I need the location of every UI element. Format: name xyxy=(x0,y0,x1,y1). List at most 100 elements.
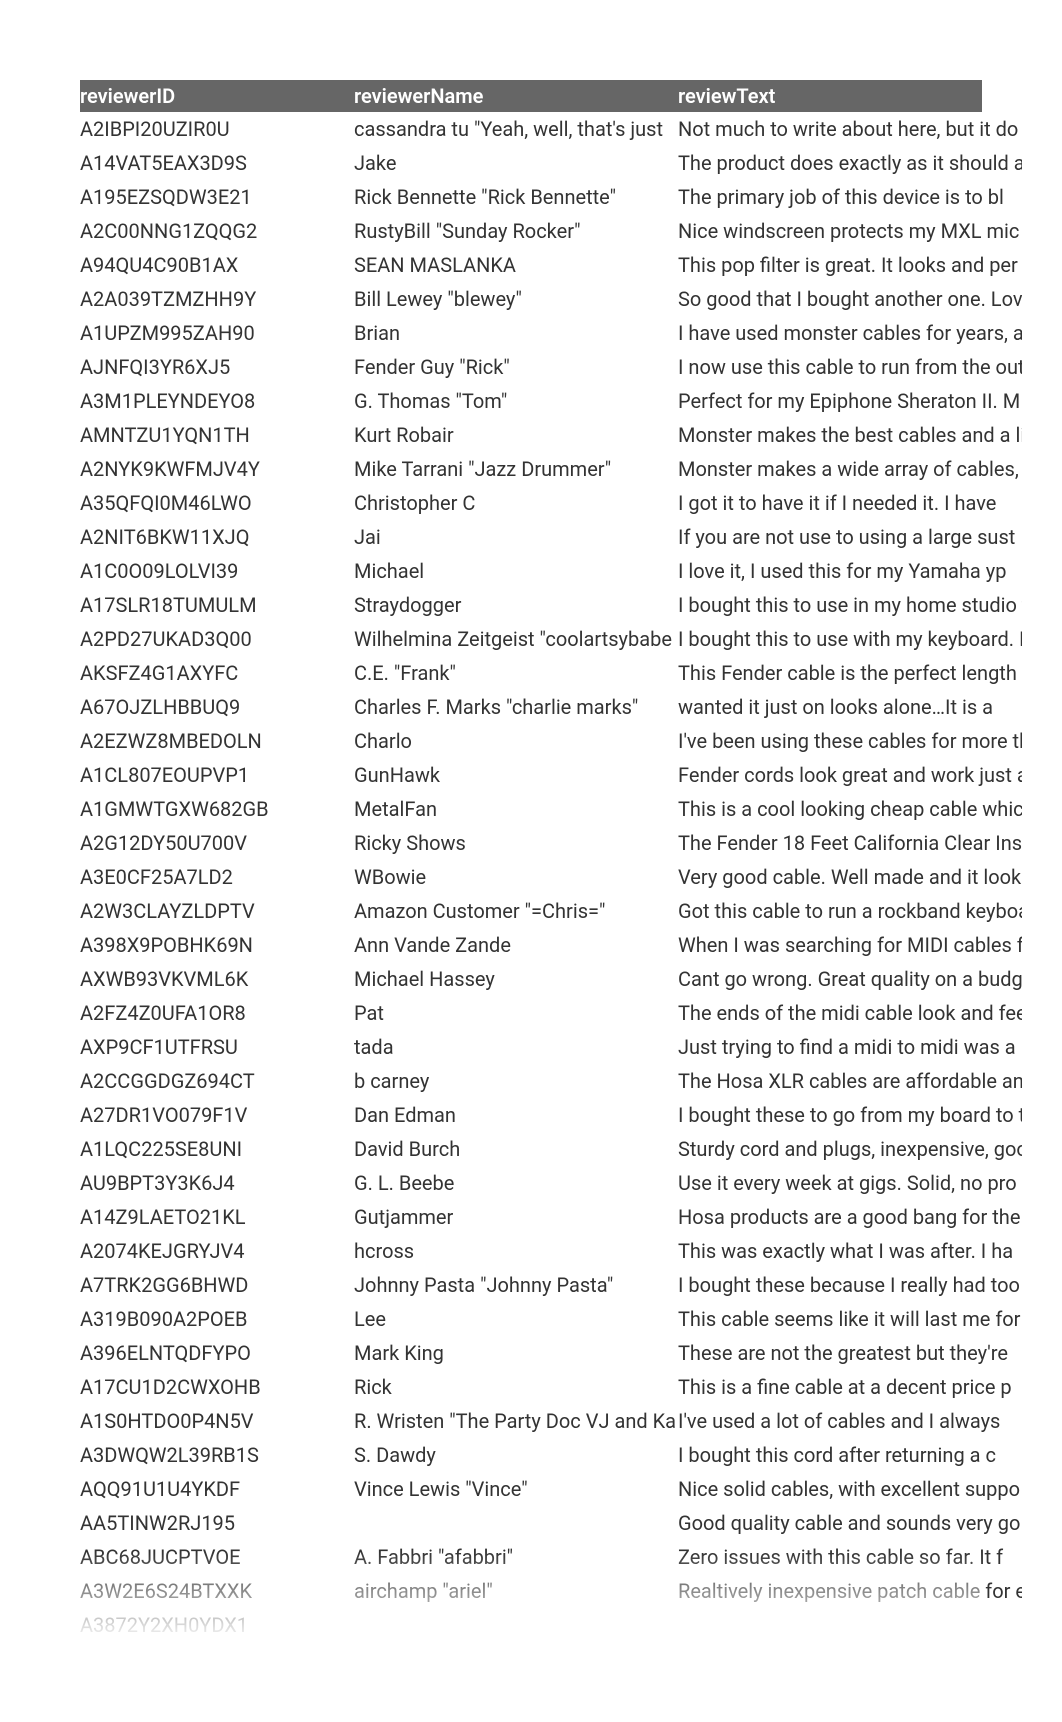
table-row: A3DWQW2L39RB1SS. DawdyI bought this cord… xyxy=(80,1438,982,1472)
table-row: A94QU4C90B1AXSEAN MASLANKAThis pop filte… xyxy=(80,248,982,282)
table-row: A2A039TZMZHH9YBill Lewey "blewey"So good… xyxy=(80,282,982,316)
table-row: A2IBPI20UZIR0Ucassandra tu "Yeah, well, … xyxy=(80,112,982,146)
cell-reviewername: Lee xyxy=(354,1302,678,1336)
table-row: AJNFQI3YR6XJ5Fender Guy "Rick"I now use … xyxy=(80,350,982,384)
cell-reviewername: Michael xyxy=(354,554,678,588)
table-row: A2074KEJGRYJV4hcrossThis was exactly wha… xyxy=(80,1234,982,1268)
table-row: A67OJZLHBBUQ9Charles F. Marks "charlie m… xyxy=(80,690,982,724)
cell-reviewername: Johnny Pasta "Johnny Pasta" xyxy=(354,1268,678,1302)
table-row: A396ELNTQDFYPOMark KingThese are not the… xyxy=(80,1336,982,1370)
cell-reviewtext xyxy=(678,1608,1022,1642)
cell-reviewerid: A2EZWZ8MBEDOLN xyxy=(80,724,354,758)
cell-reviewerid: A1C0O09LOLVI39 xyxy=(80,554,354,588)
cell-reviewerid: AKSFZ4G1AXYFC xyxy=(80,656,354,690)
table-row: A3M1PLEYNDEYO8G. Thomas "Tom"Perfect for… xyxy=(80,384,982,418)
cell-reviewerid: AXWB93VKVML6K xyxy=(80,962,354,996)
cell-reviewername: cassandra tu "Yeah, well, that's just xyxy=(354,112,678,146)
cell-reviewername: airchamp "ariel" xyxy=(354,1574,678,1608)
cell-reviewerid: A2NYK9KWFMJV4Y xyxy=(80,452,354,486)
cell-reviewtext: I've been using these cables for more th xyxy=(678,724,1022,758)
cell-reviewername: Rick Bennette "Rick Bennette" xyxy=(354,180,678,214)
cell-reviewername: Mark King xyxy=(354,1336,678,1370)
table-row: A2NYK9KWFMJV4YMike Tarrani "Jazz Drummer… xyxy=(80,452,982,486)
cell-reviewerid: A14Z9LAETO21KL xyxy=(80,1200,354,1234)
cell-reviewtext: wanted it just on looks alone…It is a xyxy=(678,690,1022,724)
cell-reviewername xyxy=(354,1608,678,1642)
cell-reviewerid: A27DR1VO079F1V xyxy=(80,1098,354,1132)
cell-reviewername: GunHawk xyxy=(354,758,678,792)
cell-reviewtext: Monster makes the best cables and a lif xyxy=(678,418,1022,452)
table-row: A2PD27UKAD3Q00Wilhelmina Zeitgeist "cool… xyxy=(80,622,982,656)
cell-reviewtext: Realtively inexpensive patch cable for e xyxy=(678,1574,1022,1608)
table-row: A1C0O09LOLVI39MichaelI love it, I used t… xyxy=(80,554,982,588)
reviews-table: reviewerID reviewerName reviewText A2IBP… xyxy=(80,80,982,1642)
cell-reviewername xyxy=(354,1506,678,1540)
header-reviewerid: reviewerID xyxy=(80,80,354,112)
cell-reviewtext: This was exactly what I was after. I ha xyxy=(678,1234,1022,1268)
header-reviewername: reviewerName xyxy=(354,80,678,112)
cell-reviewername: R. Wristen "The Party Doc VJ and Ka xyxy=(354,1404,678,1438)
table-row: A17CU1D2CWXOHBRickThis is a fine cable a… xyxy=(80,1370,982,1404)
cell-reviewtext: This is a fine cable at a decent price p xyxy=(678,1370,1022,1404)
cell-reviewtext: Got this cable to run a rockband keyboa xyxy=(678,894,1022,928)
cell-reviewername: Wilhelmina Zeitgeist "coolartsybabe xyxy=(354,622,678,656)
cell-reviewtext: Hosa products are a good bang for the b xyxy=(678,1200,1022,1234)
cell-reviewerid: A3M1PLEYNDEYO8 xyxy=(80,384,354,418)
table-header-row: reviewerID reviewerName reviewText xyxy=(80,80,982,112)
cell-reviewerid: ABC68JUCPTVOE xyxy=(80,1540,354,1574)
cell-reviewtext: Good quality cable and sounds very go xyxy=(678,1506,1022,1540)
table-row: A319B090A2POEBLeeThis cable seems like i… xyxy=(80,1302,982,1336)
cell-reviewtext: Zero issues with this cable so far. It f xyxy=(678,1540,1022,1574)
cell-reviewtext: The Hosa XLR cables are affordable and xyxy=(678,1064,1022,1098)
cell-reviewtext: I bought this to use in my home studio t xyxy=(678,588,1022,622)
cell-reviewerid: A3E0CF25A7LD2 xyxy=(80,860,354,894)
cell-reviewername: Straydogger xyxy=(354,588,678,622)
cell-reviewtext: If you are not use to using a large sust xyxy=(678,520,1022,554)
cell-reviewername: hcross xyxy=(354,1234,678,1268)
cell-reviewerid: A17SLR18TUMULM xyxy=(80,588,354,622)
cell-reviewerid: A1CL807EOUPVP1 xyxy=(80,758,354,792)
cell-reviewername: RustyBill "Sunday Rocker" xyxy=(354,214,678,248)
cell-reviewtext: This Fender cable is the perfect length … xyxy=(678,656,1022,690)
table-row: A17SLR18TUMULMStraydoggerI bought this t… xyxy=(80,588,982,622)
cell-reviewername: Mike Tarrani "Jazz Drummer" xyxy=(354,452,678,486)
cell-reviewerid: A35QFQI0M46LWO xyxy=(80,486,354,520)
cell-reviewername: Ann Vande Zande xyxy=(354,928,678,962)
cell-reviewtext: Cant go wrong. Great quality on a budg xyxy=(678,962,1022,996)
table-row: A1CL807EOUPVP1GunHawkFender cords look g… xyxy=(80,758,982,792)
cell-reviewername: David Burch xyxy=(354,1132,678,1166)
cell-reviewerid: A398X9POBHK69N xyxy=(80,928,354,962)
cell-reviewtext: I got it to have it if I needed it. I ha… xyxy=(678,486,1022,520)
cell-reviewerid: AJNFQI3YR6XJ5 xyxy=(80,350,354,384)
cell-reviewerid: A2IBPI20UZIR0U xyxy=(80,112,354,146)
cell-reviewtext: The primary job of this device is to bl xyxy=(678,180,1022,214)
table-row: A2FZ4Z0UFA1OR8PatThe ends of the midi ca… xyxy=(80,996,982,1030)
table-row: AXWB93VKVML6KMichael HasseyCant go wrong… xyxy=(80,962,982,996)
cell-reviewername: Jake xyxy=(354,146,678,180)
table-row: A1LQC225SE8UNIDavid BurchSturdy cord and… xyxy=(80,1132,982,1166)
cell-reviewtext: This pop filter is great. It looks and p… xyxy=(678,248,1022,282)
cell-reviewtext: The product does exactly as it should an xyxy=(678,146,1022,180)
table-row: A1S0HTDO0P4N5VR. Wristen "The Party Doc … xyxy=(80,1404,982,1438)
cell-reviewername: WBowie xyxy=(354,860,678,894)
cell-reviewerid: A1S0HTDO0P4N5V xyxy=(80,1404,354,1438)
cell-reviewername: Charles F. Marks "charlie marks" xyxy=(354,690,678,724)
cell-reviewerid: A2074KEJGRYJV4 xyxy=(80,1234,354,1268)
cell-reviewtext: Nice solid cables, with excellent suppo xyxy=(678,1472,1022,1506)
cell-reviewtext: I bought these to go from my board to t xyxy=(678,1098,1022,1132)
cell-reviewerid: A1UPZM995ZAH90 xyxy=(80,316,354,350)
cell-reviewername: Jai xyxy=(354,520,678,554)
cell-reviewerid: A67OJZLHBBUQ9 xyxy=(80,690,354,724)
table-row: AKSFZ4G1AXYFCC.E. "Frank"This Fender cab… xyxy=(80,656,982,690)
table-row: AA5TINW2RJ195Good quality cable and soun… xyxy=(80,1506,982,1540)
table-row: A14Z9LAETO21KLGutjammerHosa products are… xyxy=(80,1200,982,1234)
cell-reviewtext: Use it every week at gigs. Solid, no pro xyxy=(678,1166,1022,1200)
cell-reviewtext: I bought this cord after returning a c xyxy=(678,1438,1022,1472)
cell-reviewerid: A17CU1D2CWXOHB xyxy=(80,1370,354,1404)
table-row: A2CCGGDGZ694CTb carneyThe Hosa XLR cable… xyxy=(80,1064,982,1098)
table-row: AXP9CF1UTFRSUtadaJust trying to find a m… xyxy=(80,1030,982,1064)
table-body: A2IBPI20UZIR0Ucassandra tu "Yeah, well, … xyxy=(80,112,982,1642)
cell-reviewername: Pat xyxy=(354,996,678,1030)
cell-reviewtext: This cable seems like it will last me fo… xyxy=(678,1302,1022,1336)
cell-reviewerid: A7TRK2GG6BHWD xyxy=(80,1268,354,1302)
